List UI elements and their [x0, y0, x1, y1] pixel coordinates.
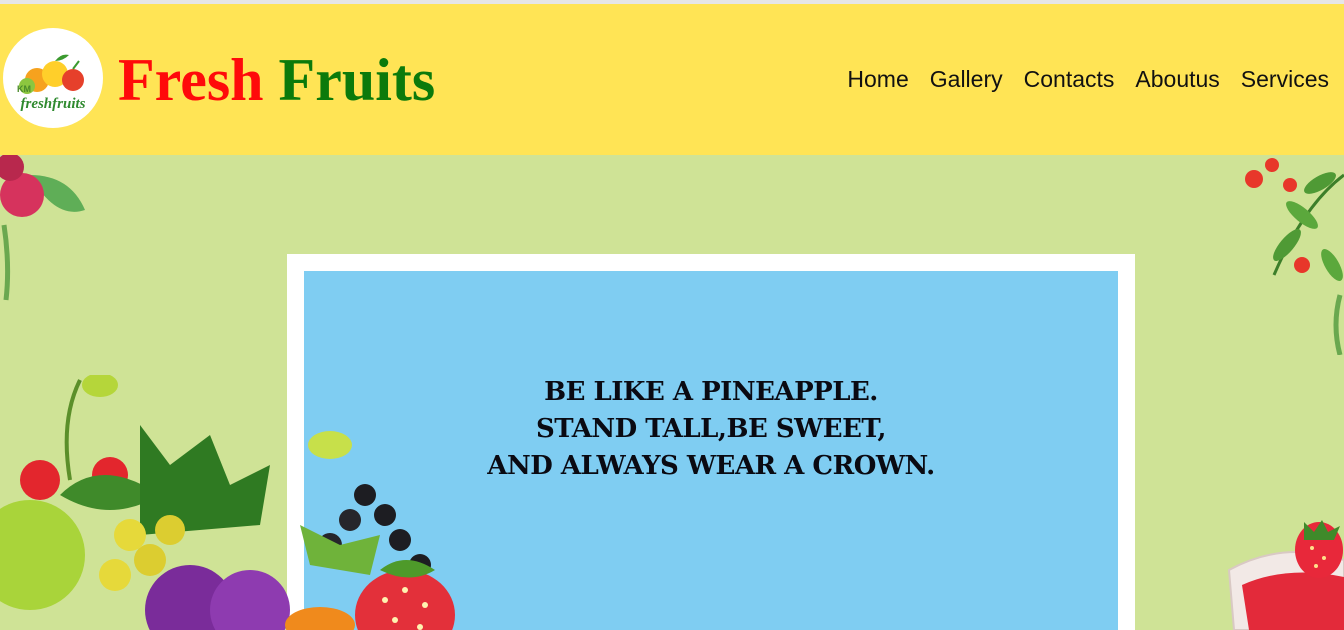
- logo-fruits-icon: KM freshfruits: [17, 54, 86, 112]
- logo-text: freshfruits: [20, 96, 85, 112]
- hero-section: BE LIKE A PINEAPPLE. STAND TALL,BE SWEET…: [0, 155, 1344, 630]
- brand-word-fruits: Fruits: [278, 47, 436, 113]
- nav-contacts[interactable]: Contacts: [1024, 64, 1115, 94]
- nav-aboutus[interactable]: Aboutus: [1135, 64, 1219, 94]
- main-nav: Home Gallery Contacts Aboutus Services: [847, 64, 1329, 94]
- site-header: KM freshfruits Fresh Fruits Home Gallery…: [0, 4, 1344, 155]
- brand-word-fresh: Fresh: [118, 47, 264, 113]
- strawberry-dessert-decoration-icon: [1227, 520, 1344, 630]
- nav-services[interactable]: Services: [1241, 64, 1329, 94]
- branch-decoration-icon: [1245, 158, 1344, 355]
- svg-text:KM: KM: [17, 84, 31, 94]
- brand-title: Fresh Fruits: [118, 44, 435, 116]
- nav-home[interactable]: Home: [847, 64, 908, 94]
- berry-decoration-icon: [0, 155, 85, 301]
- fruit-basket-decoration-icon: [0, 375, 455, 630]
- brand-logo[interactable]: KM freshfruits: [3, 28, 103, 128]
- nav-gallery[interactable]: Gallery: [930, 64, 1003, 94]
